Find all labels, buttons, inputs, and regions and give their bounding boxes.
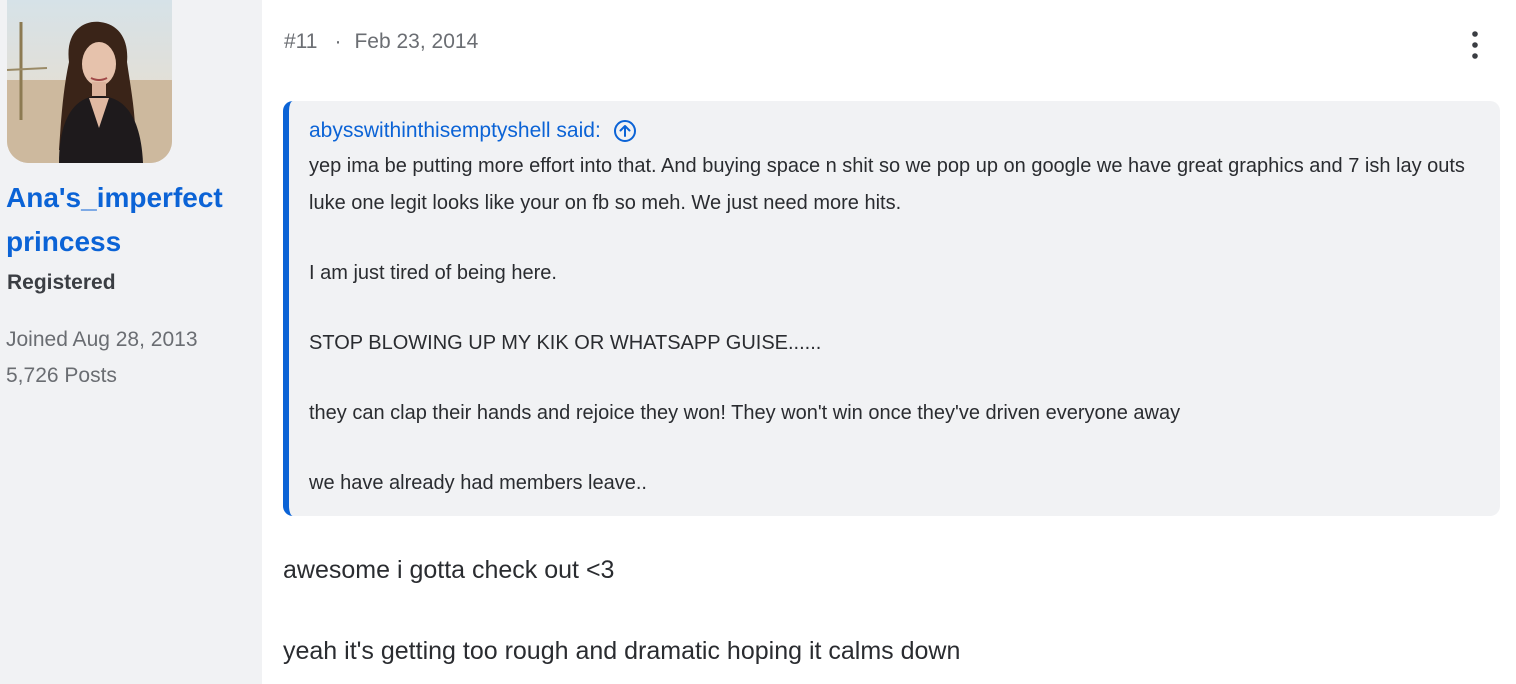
- quote-author-link[interactable]: abysswithinthisemptyshell said:: [309, 117, 601, 145]
- quote-paragraph: STOP BLOWING UP MY KIK OR WHATSAPP GUISE…: [309, 332, 822, 354]
- quote-header: abysswithinthisemptyshell said:: [309, 117, 1480, 145]
- post-date[interactable]: Feb 23, 2014: [354, 30, 478, 53]
- quote-paragraph: we have already had members leave..: [309, 472, 647, 494]
- forum-post: Ana's_imperfect princess Registered Join…: [0, 0, 1516, 684]
- user-stats: Joined Aug 28, 2013 5,726 Posts: [6, 322, 198, 394]
- meta-separator: ·: [334, 30, 342, 53]
- quote-paragraph: they can clap their hands and rejoice th…: [309, 402, 1181, 424]
- quote-paragraph: I am just tired of being here.: [309, 262, 557, 284]
- username-link[interactable]: Ana's_imperfect princess: [6, 176, 256, 264]
- post-menu-button[interactable]: [1462, 30, 1488, 60]
- post-text-line: yeah it's getting too rough and dramatic…: [283, 637, 961, 665]
- joined-date: Joined Aug 28, 2013: [6, 328, 198, 351]
- post-body: awesome i gotta check out <3 yeah it's g…: [283, 550, 960, 671]
- avatar-image: [7, 0, 172, 163]
- post-count: 5,726 Posts: [6, 364, 117, 387]
- quote-block: abysswithinthisemptyshell said: yep ima …: [283, 101, 1500, 516]
- post-meta: #11 · Feb 23, 2014: [284, 30, 478, 54]
- user-title: Registered: [7, 271, 116, 294]
- avatar[interactable]: [7, 0, 172, 163]
- vertical-ellipsis-icon: [1472, 31, 1478, 59]
- quote-content: yep ima be putting more effort into that…: [309, 148, 1480, 502]
- post-number-link[interactable]: #11: [284, 30, 317, 53]
- user-info-panel: Ana's_imperfect princess Registered Join…: [0, 0, 262, 684]
- quote-paragraph: yep ima be putting more effort into that…: [309, 155, 1465, 214]
- arrow-up-circle-icon[interactable]: [613, 119, 637, 143]
- post-text-line: awesome i gotta check out <3: [283, 556, 615, 584]
